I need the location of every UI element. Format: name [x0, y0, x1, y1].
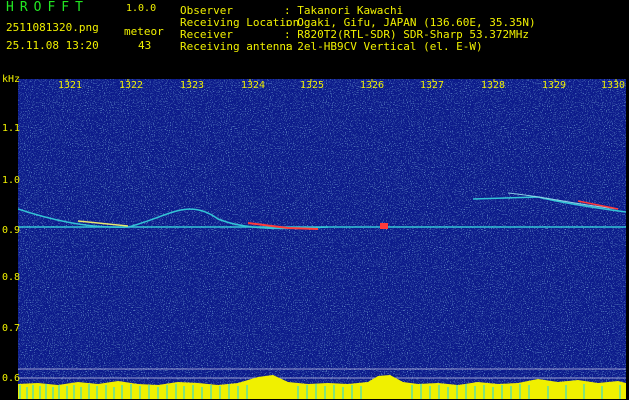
- x-tick-label: 1323: [180, 80, 205, 91]
- x-tick-label: 1329: [542, 80, 567, 91]
- x-tick-label: 1322: [119, 80, 144, 91]
- info-value-antenna: : 2el-HB9CV Vertical (el. E-W): [284, 40, 483, 53]
- timestamp: 25.11.08 13:20: [6, 39, 99, 52]
- y-tick-label: 0.9: [2, 225, 21, 236]
- x-tick-label: 1326: [360, 80, 385, 91]
- file-name: 2511081320.png: [6, 21, 99, 34]
- y-axis-unit: kHz: [2, 74, 21, 85]
- y-tick-label: 1.1: [2, 123, 21, 134]
- meteor-echo-spot: [380, 223, 388, 229]
- meteor-count: 43: [138, 39, 152, 52]
- y-tick-label: 0.7: [2, 323, 21, 334]
- meteor-label: meteor: [124, 25, 164, 38]
- info-key-antenna: Receiving antenna: [180, 40, 293, 53]
- x-tick-label: 1330: [601, 80, 626, 91]
- y-tick-label: 0.8: [2, 272, 21, 283]
- spectrogram-background: [18, 79, 626, 399]
- header-panel: HROFFT 1.0.0 2511081320.png meteor 25.11…: [0, 0, 629, 76]
- x-tick-label: 1321: [58, 80, 83, 91]
- y-tick-label: 1.0: [2, 175, 21, 186]
- spectrogram: [18, 79, 626, 399]
- y-tick-label: 0.6: [2, 373, 21, 384]
- x-tick-label: 1324: [241, 80, 266, 91]
- x-tick-label: 1328: [481, 80, 506, 91]
- x-tick-label: 1327: [420, 80, 445, 91]
- app-version: 1.0.0: [126, 3, 157, 14]
- x-tick-label: 1325: [300, 80, 325, 91]
- app-name: HROFFT: [6, 0, 89, 15]
